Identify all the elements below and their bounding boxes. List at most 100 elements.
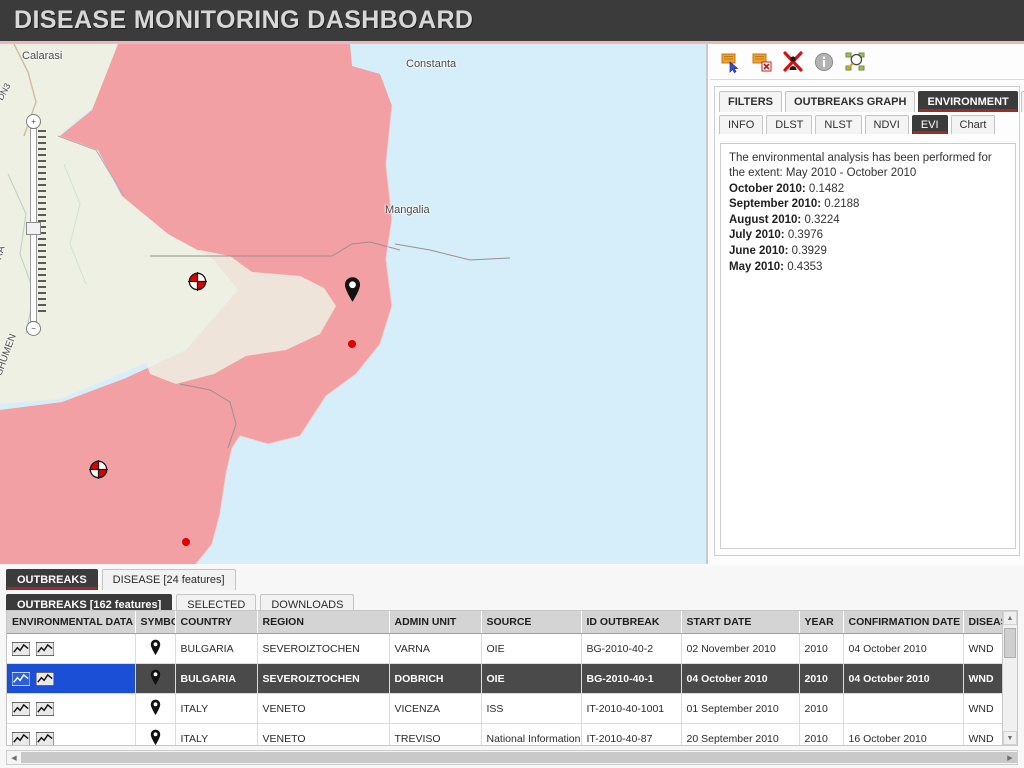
cell-environmental-data[interactable]	[7, 663, 136, 694]
map-zoom-slider[interactable]: + −	[24, 114, 46, 336]
info-icon[interactable]	[813, 51, 835, 73]
clear-selection-icon[interactable]	[782, 50, 804, 73]
column-header-source[interactable]: SOURCE	[481, 611, 582, 634]
tab-outbreaks-layer[interactable]: OUTBREAKS	[6, 569, 98, 590]
chart-thumbnail-icon[interactable]	[12, 701, 30, 716]
table-row[interactable]: ITALY VENETO VICENZA ISS IT-2010-40-1001…	[7, 693, 1017, 724]
cell-symbol	[135, 693, 176, 724]
environment-reading-label: July 2010	[729, 229, 781, 242]
table-header-row: ENVIRONMENTAL DATA SYMBOL COUNTRY REGION…	[7, 611, 1017, 634]
environment-readings: The environmental analysis has been perf…	[720, 143, 1016, 549]
environment-reading-row: July 2010: 0.3976	[729, 229, 824, 242]
chart-thumbnail-icon[interactable]	[35, 671, 54, 686]
chart-thumbnail-icon[interactable]	[12, 641, 30, 656]
table-row[interactable]: BULGARIA SEVEROIZTOCHEN VARNA OIE BG-201…	[7, 633, 1017, 664]
map-pin-icon	[150, 729, 160, 745]
column-header-symbol[interactable]: SYMBOL	[135, 611, 176, 634]
cell-symbol	[135, 723, 176, 745]
chart-thumbnail-icon[interactable]	[12, 671, 30, 686]
outbreaks-table-container[interactable]: ENVIRONMENTAL DATA SYMBOL COUNTRY REGION…	[6, 610, 1018, 746]
tab-evi[interactable]: EVI	[911, 115, 948, 134]
cell-environmental-data[interactable]	[7, 723, 136, 746]
tab-disease-layer[interactable]: DISEASE [24 features]	[101, 569, 236, 590]
cell-country: ITALY	[175, 693, 258, 724]
cell-year: 2010	[799, 693, 844, 724]
environment-reading-label: August 2010	[729, 213, 798, 226]
tab-nlst[interactable]: NLST	[815, 115, 862, 134]
vertical-scroll-thumb[interactable]	[1004, 628, 1016, 658]
chart-thumbnail-icon[interactable]	[35, 641, 54, 656]
outbreaks-table: ENVIRONMENTAL DATA SYMBOL COUNTRY REGION…	[7, 611, 1017, 746]
tab-dlst[interactable]: DLST	[766, 115, 813, 134]
tab-outbreaks-graph[interactable]: OUTBREAKS GRAPH	[785, 91, 916, 112]
tab-ndvi[interactable]: NDVI	[864, 115, 909, 134]
map-pin-icon	[150, 639, 160, 655]
cell-year: 2010	[799, 633, 844, 664]
tab-filters[interactable]: FILTERS	[719, 91, 783, 112]
chart-thumbnail-icon[interactable]	[12, 731, 30, 746]
environment-reading-label: September 2010	[729, 198, 818, 211]
cell-start-date: 04 October 2010	[681, 663, 800, 694]
cell-start-date: 01 September 2010	[681, 693, 800, 724]
column-header-confirmation-date[interactable]: CONFIRMATION DATE	[843, 611, 964, 634]
table-vertical-scrollbar[interactable]: ▲ ▼	[1002, 611, 1017, 745]
column-header-year[interactable]: YEAR	[799, 611, 844, 634]
cell-source: OIE	[481, 663, 582, 694]
environment-reading-value: 0.2188	[824, 198, 860, 211]
cell-country: ITALY	[175, 723, 258, 745]
select-features-icon[interactable]	[720, 51, 742, 73]
column-header-environmental-data[interactable]: ENVIRONMENTAL DATA	[7, 611, 136, 634]
cell-admin-unit: TREVISO	[389, 723, 482, 745]
tab-environment[interactable]: ENVIRONMENT	[918, 91, 1018, 112]
zoom-out-button[interactable]: −	[26, 321, 41, 336]
outbreak-dot[interactable]	[348, 340, 356, 348]
cell-id-outbreak: BG-2010-40-1	[581, 663, 682, 694]
cell-start-date: 20 September 2010	[681, 723, 800, 745]
map-canvas[interactable]: Calarasi Constanta Mangalia DN3 TRA SHUM…	[0, 44, 708, 564]
crosshair-marker[interactable]	[89, 460, 108, 479]
map-geometry	[0, 44, 706, 564]
environment-reading-value: 0.3224	[804, 213, 840, 226]
column-header-start-date[interactable]: START DATE	[681, 611, 800, 634]
environment-panel: FILTERS OUTBREAKS GRAPH ENVIRONMENT MAP …	[714, 86, 1024, 556]
zoom-in-button[interactable]: +	[26, 114, 41, 129]
horizontal-scroll-thumb[interactable]	[21, 752, 1017, 763]
scroll-left-button[interactable]: ◀	[8, 752, 20, 763]
scroll-right-button[interactable]: ▶	[1004, 752, 1016, 763]
cell-environmental-data[interactable]	[7, 633, 136, 664]
outbreak-pin[interactable]	[344, 276, 361, 302]
chart-thumbnail-icon[interactable]	[35, 731, 54, 746]
table-horizontal-scrollbar[interactable]: ◀ ▶	[6, 750, 1018, 765]
cell-country: BULGARIA	[175, 633, 258, 664]
cell-id-outbreak: BG-2010-40-2	[581, 633, 682, 664]
cell-admin-unit: DOBRICH	[389, 663, 482, 694]
layer-tab-bar: OUTBREAKS DISEASE [24 features]	[0, 566, 1024, 590]
secondary-tab-bar: INFO DLST NLST NDVI EVI Chart	[715, 112, 1019, 134]
zoom-slider-thumb[interactable]	[26, 222, 41, 235]
unselect-features-icon[interactable]	[751, 51, 773, 73]
tab-info[interactable]: INFO	[719, 115, 764, 134]
table-row[interactable]: ITALY VENETO TREVISO National Informatio…	[7, 723, 1017, 746]
page-title: DISEASE MONITORING DASHBOARD	[14, 6, 474, 34]
environment-reading-row: October 2010: 0.1482	[729, 182, 845, 195]
environment-reading-value: 0.3976	[787, 229, 824, 242]
column-header-country[interactable]: COUNTRY	[175, 611, 258, 634]
crosshair-marker[interactable]	[188, 272, 207, 291]
tab-chart[interactable]: Chart	[950, 115, 996, 134]
column-header-admin-unit[interactable]: ADMIN UNIT	[389, 611, 482, 634]
outbreak-dot[interactable]	[182, 538, 190, 546]
scroll-up-button[interactable]: ▲	[1003, 611, 1017, 625]
environment-reading-row: June 2010: 0.3929	[729, 245, 827, 258]
disease-monitoring-dashboard: DISEASE MONITORING DASHBOARD Calarasi Co…	[0, 0, 1024, 768]
column-header-region[interactable]: REGION	[257, 611, 390, 634]
zoom-to-selection-icon[interactable]	[844, 51, 866, 73]
cell-symbol	[135, 663, 176, 694]
cell-environmental-data[interactable]	[7, 693, 136, 724]
map-pin-icon	[150, 669, 160, 685]
chart-thumbnail-icon[interactable]	[35, 701, 54, 716]
table-row[interactable]: BULGARIA SEVEROIZTOCHEN DOBRICH OIE BG-2…	[7, 663, 1017, 694]
column-header-id-outbreak[interactable]: ID OUTBREAK	[581, 611, 682, 634]
environment-reading-value: 0.1482	[808, 182, 845, 195]
scroll-down-button[interactable]: ▼	[1003, 731, 1017, 745]
cell-admin-unit: VARNA	[389, 633, 482, 664]
